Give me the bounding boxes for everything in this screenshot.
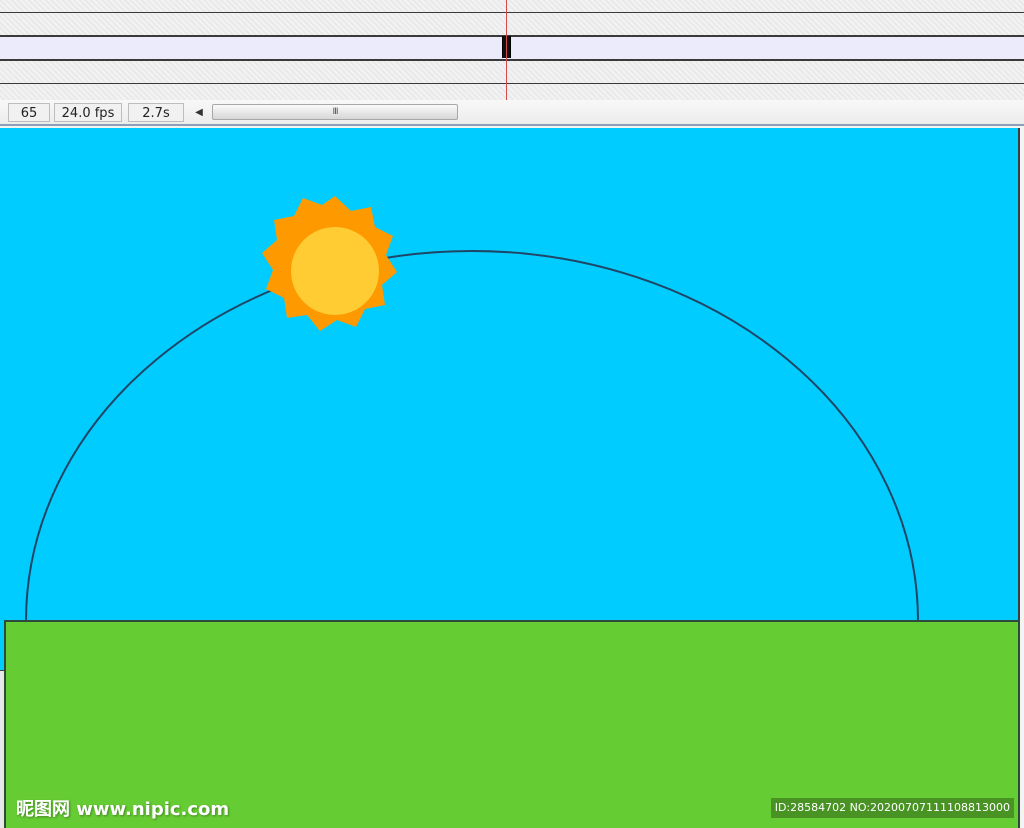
timeline-layer-1[interactable] — [0, 12, 1024, 36]
timeline-panel[interactable] — [0, 0, 1024, 101]
scroll-left-arrow-icon[interactable]: ◀ — [192, 105, 206, 121]
current-frame-field[interactable]: 65 — [8, 103, 50, 122]
timeline-layer-2[interactable] — [0, 36, 1024, 60]
timeline-status-bar: 65 24.0 fps 2.7s ◀ III — [0, 100, 1024, 126]
frame-rate-field[interactable]: 24.0 fps — [54, 103, 122, 122]
timeline-horizontal-scrollbar[interactable]: III — [212, 104, 458, 120]
elapsed-time-field: 2.7s — [128, 103, 184, 122]
stage-left-edge — [0, 670, 4, 828]
site-watermark: 昵图网 www.nipic.com — [16, 799, 230, 820]
scrollbar-grip-icon[interactable]: III — [213, 105, 457, 119]
timeline-layer-3[interactable] — [0, 60, 1024, 84]
flash-editor-window: 65 24.0 fps 2.7s ◀ III 昵图网 www.nipic.com… — [0, 0, 1024, 828]
image-id-watermark: ID:28584702 NO:20200707111108813000 — [770, 798, 1014, 818]
playhead-line[interactable] — [506, 0, 507, 100]
